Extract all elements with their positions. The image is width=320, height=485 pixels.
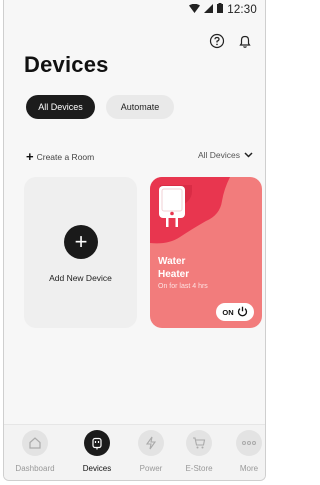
help-icon[interactable] xyxy=(209,33,225,49)
create-room-label: Create a Room xyxy=(36,151,95,162)
bell-icon[interactable] xyxy=(237,33,253,49)
status-time: 12:30 xyxy=(227,3,257,16)
device-card-water-heater[interactable]: Water Heater On for last 4 hrs ON xyxy=(150,177,262,328)
signal-icon xyxy=(204,3,214,16)
tab-automate[interactable]: Automate xyxy=(106,95,174,119)
nav-label-more: More xyxy=(239,464,259,473)
device-power-toggle[interactable]: ON xyxy=(216,303,254,321)
nav-item-power[interactable]: Power xyxy=(128,430,174,473)
device-name: Water Heater xyxy=(158,256,190,280)
nav-label-estore: E-Store xyxy=(185,464,213,473)
nav-item-devices[interactable]: Devices xyxy=(74,430,120,473)
devices-filter-dropdown[interactable]: All Devices xyxy=(198,150,253,160)
create-room-button[interactable]: + Create a Room xyxy=(26,150,94,163)
add-device-label: Add New Device xyxy=(49,273,112,283)
more-icon xyxy=(236,430,262,456)
nav-label-devices: Devices xyxy=(82,464,112,473)
power-icon xyxy=(237,306,248,319)
header-actions xyxy=(209,33,253,49)
app-frame: 12:30 Devices All Devices Automate + Cre… xyxy=(3,0,266,481)
nav-item-dashboard[interactable]: Dashboard xyxy=(12,430,58,473)
plug-icon xyxy=(84,430,110,456)
bottom-nav: Dashboard Devices Power E-Store More xyxy=(4,424,265,480)
nav-item-estore[interactable]: E-Store xyxy=(176,430,222,473)
device-status: On for last 4 hrs xyxy=(158,283,208,290)
wifi-icon xyxy=(189,3,201,16)
nav-item-more[interactable]: More xyxy=(226,430,265,473)
add-device-card[interactable]: + Add New Device xyxy=(24,177,137,328)
home-icon xyxy=(22,430,48,456)
nav-label-power: Power xyxy=(139,464,163,473)
add-device-button[interactable]: + xyxy=(64,225,98,259)
status-bar: 12:30 xyxy=(189,3,257,16)
page-title: Devices xyxy=(24,52,109,77)
tab-all-devices[interactable]: All Devices xyxy=(26,95,95,119)
filter-label: All Devices xyxy=(197,150,240,160)
cart-icon xyxy=(186,430,212,456)
toggle-label: ON xyxy=(222,307,234,317)
plus-icon: + xyxy=(26,149,34,164)
battery-icon xyxy=(217,3,224,16)
water-heater-icon xyxy=(158,185,186,232)
bolt-icon xyxy=(138,430,164,456)
chevron-down-icon xyxy=(244,150,253,160)
nav-label-dashboard: Dashboard xyxy=(15,464,55,473)
